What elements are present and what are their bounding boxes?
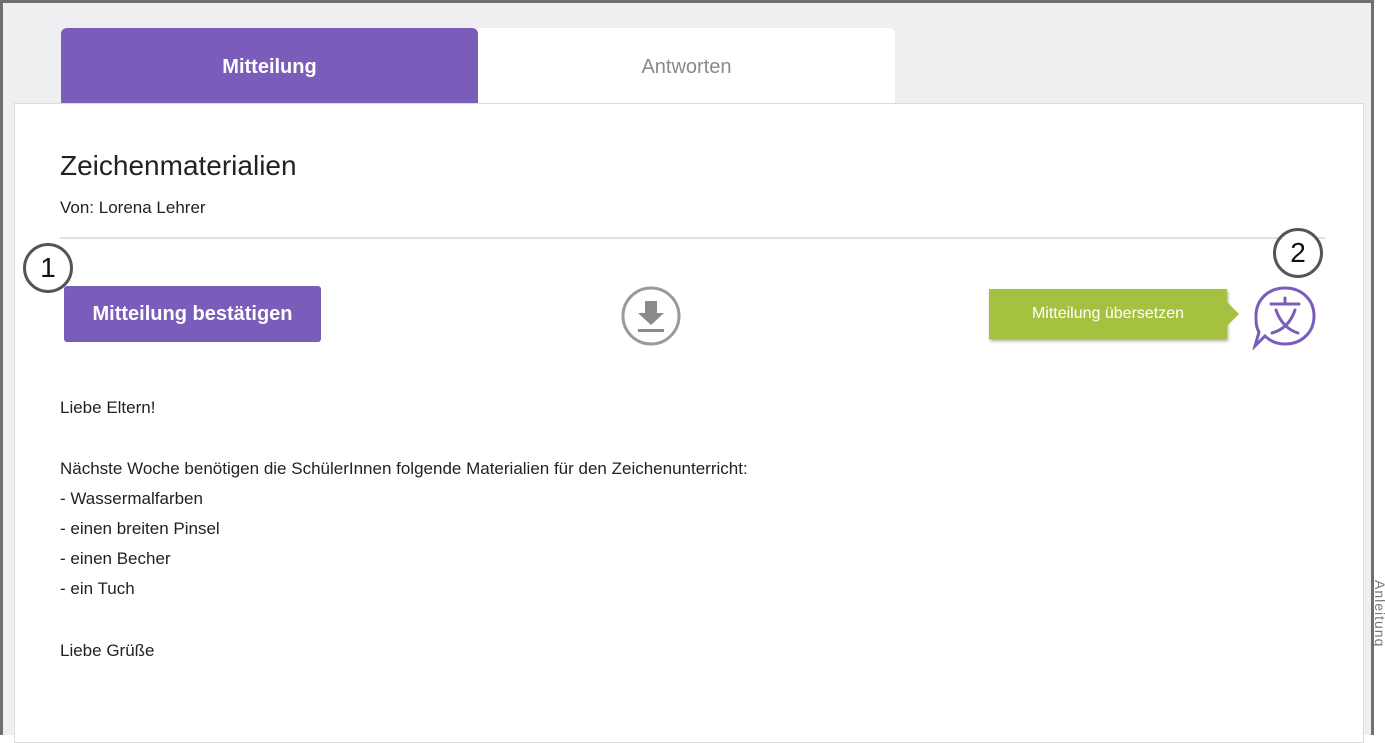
message-title: Zeichenmaterialien — [60, 150, 297, 181]
tab-antworten[interactable]: Antworten — [478, 28, 895, 106]
confirm-message-button[interactable]: Mitteilung bestätigen — [64, 286, 321, 342]
download-icon[interactable] — [620, 285, 682, 347]
message-panel — [14, 103, 1364, 743]
side-caption: Anleitung — [1374, 580, 1385, 648]
tab-mitteilung[interactable]: Mitteilung — [61, 28, 478, 106]
message-greeting: Liebe Eltern! — [60, 398, 156, 417]
message-sender: Von: Lorena Lehrer — [60, 198, 206, 217]
translate-tooltip: Mitteilung übersetzen — [989, 289, 1239, 339]
list-item: - einen breiten Pinsel — [60, 519, 220, 538]
translate-icon[interactable] — [1251, 280, 1319, 352]
message-closing: Liebe Grüße — [60, 641, 155, 660]
list-item: - Wassermalfarben — [60, 489, 203, 508]
list-item: - einen Becher — [60, 549, 171, 568]
list-item: - ein Tuch — [60, 579, 135, 598]
callout-marker-2: 2 — [1273, 228, 1323, 278]
message-intro: Nächste Woche benötigen die SchülerInnen… — [60, 459, 748, 478]
divider — [60, 237, 1325, 239]
